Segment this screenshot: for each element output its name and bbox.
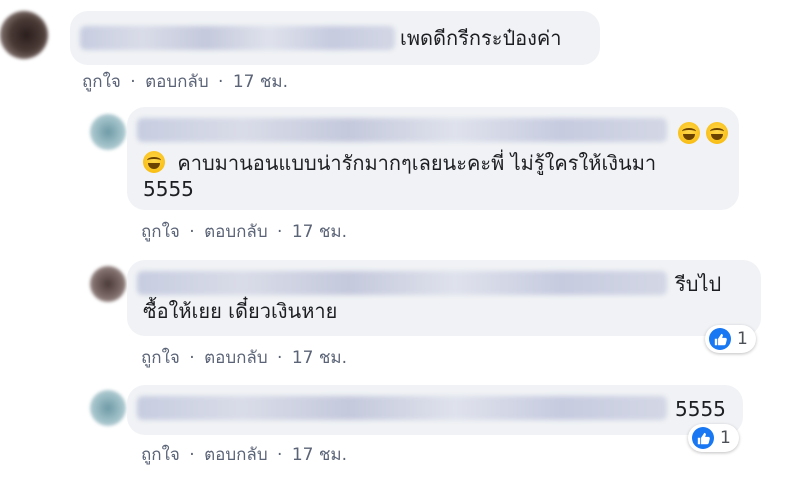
comment-3-text-line2: ซื้อให้เยย เดี๋ยวเงินหาย [143, 299, 338, 323]
comment-2-timestamp[interactable]: 17 ชม. [292, 222, 347, 242]
grinning-squinting-face-icon [706, 122, 728, 144]
comment-4-reaction-badge[interactable]: 1 [688, 424, 739, 452]
comment-1-actions: ถูกใจ · ตอบกลับ · 17 ชม. [82, 68, 292, 95]
comment-3-avatar[interactable] [90, 266, 126, 302]
comment-3-reaction-badge[interactable]: 1 [705, 325, 756, 353]
comment-2-text: คาบมานอนแบบน่ารักมากๆเลยนะคะพี่ ไม่รู้ใค… [177, 151, 657, 175]
comment-3-actions: ถูกใจ · ตอบกลับ · 17 ชม. [141, 344, 351, 371]
comment-2-text-line1: คาบมานอนแบบน่ารักมากๆเลยนะคะพี่ ไม่รู้ใค… [143, 147, 656, 179]
separator: · [277, 222, 283, 242]
comment-1-text: เพดดีกรีกระป๋องค่า [400, 26, 562, 50]
comment-4-reply-link[interactable]: ตอบกลับ [204, 445, 268, 465]
comment-3-like-link[interactable]: ถูกใจ [141, 348, 180, 368]
comment-3-text-line1: รีบไป [675, 272, 722, 296]
comment-1-avatar[interactable] [0, 11, 48, 59]
comment-4-author-name[interactable] [137, 396, 667, 420]
comment-2-like-link[interactable]: ถูกใจ [141, 222, 180, 242]
comment-2-text-line2: 5555 [143, 177, 194, 201]
comment-1-like-link[interactable]: ถูกใจ [82, 72, 121, 92]
comment-1-reply-link[interactable]: ตอบกลับ [145, 72, 209, 92]
grinning-squinting-face-icon [678, 122, 700, 144]
separator: · [218, 72, 224, 92]
like-icon [692, 427, 714, 449]
comment-1-author-name[interactable] [80, 26, 395, 50]
comment-4-like-link[interactable]: ถูกใจ [141, 445, 180, 465]
grinning-squinting-face-icon [143, 151, 165, 173]
comment-1-timestamp[interactable]: 17 ชม. [233, 72, 288, 92]
comment-3-timestamp[interactable]: 17 ชม. [292, 348, 347, 368]
comment-4-actions: ถูกใจ · ตอบกลับ · 17 ชม. [141, 441, 351, 468]
comment-3-author-name[interactable] [137, 271, 667, 295]
like-icon [709, 328, 731, 350]
comment-2-author-name[interactable] [137, 118, 667, 142]
comment-2-actions: ถูกใจ · ตอบกลับ · 17 ชม. [141, 218, 351, 245]
separator: · [277, 348, 283, 368]
comment-3-reply-link[interactable]: ตอบกลับ [204, 348, 268, 368]
comment-4-text: 5555 [675, 397, 726, 421]
comment-2-avatar[interactable] [90, 114, 126, 150]
separator: · [130, 72, 136, 92]
separator: · [189, 222, 195, 242]
comment-4-avatar[interactable] [90, 390, 126, 426]
separator: · [189, 445, 195, 465]
comment-3-reaction-count: 1 [737, 329, 748, 349]
comment-4-timestamp[interactable]: 17 ชม. [292, 445, 347, 465]
comment-2-reply-link[interactable]: ตอบกลับ [204, 222, 268, 242]
separator: · [277, 445, 283, 465]
separator: · [189, 348, 195, 368]
comment-4-reaction-count: 1 [720, 428, 731, 448]
